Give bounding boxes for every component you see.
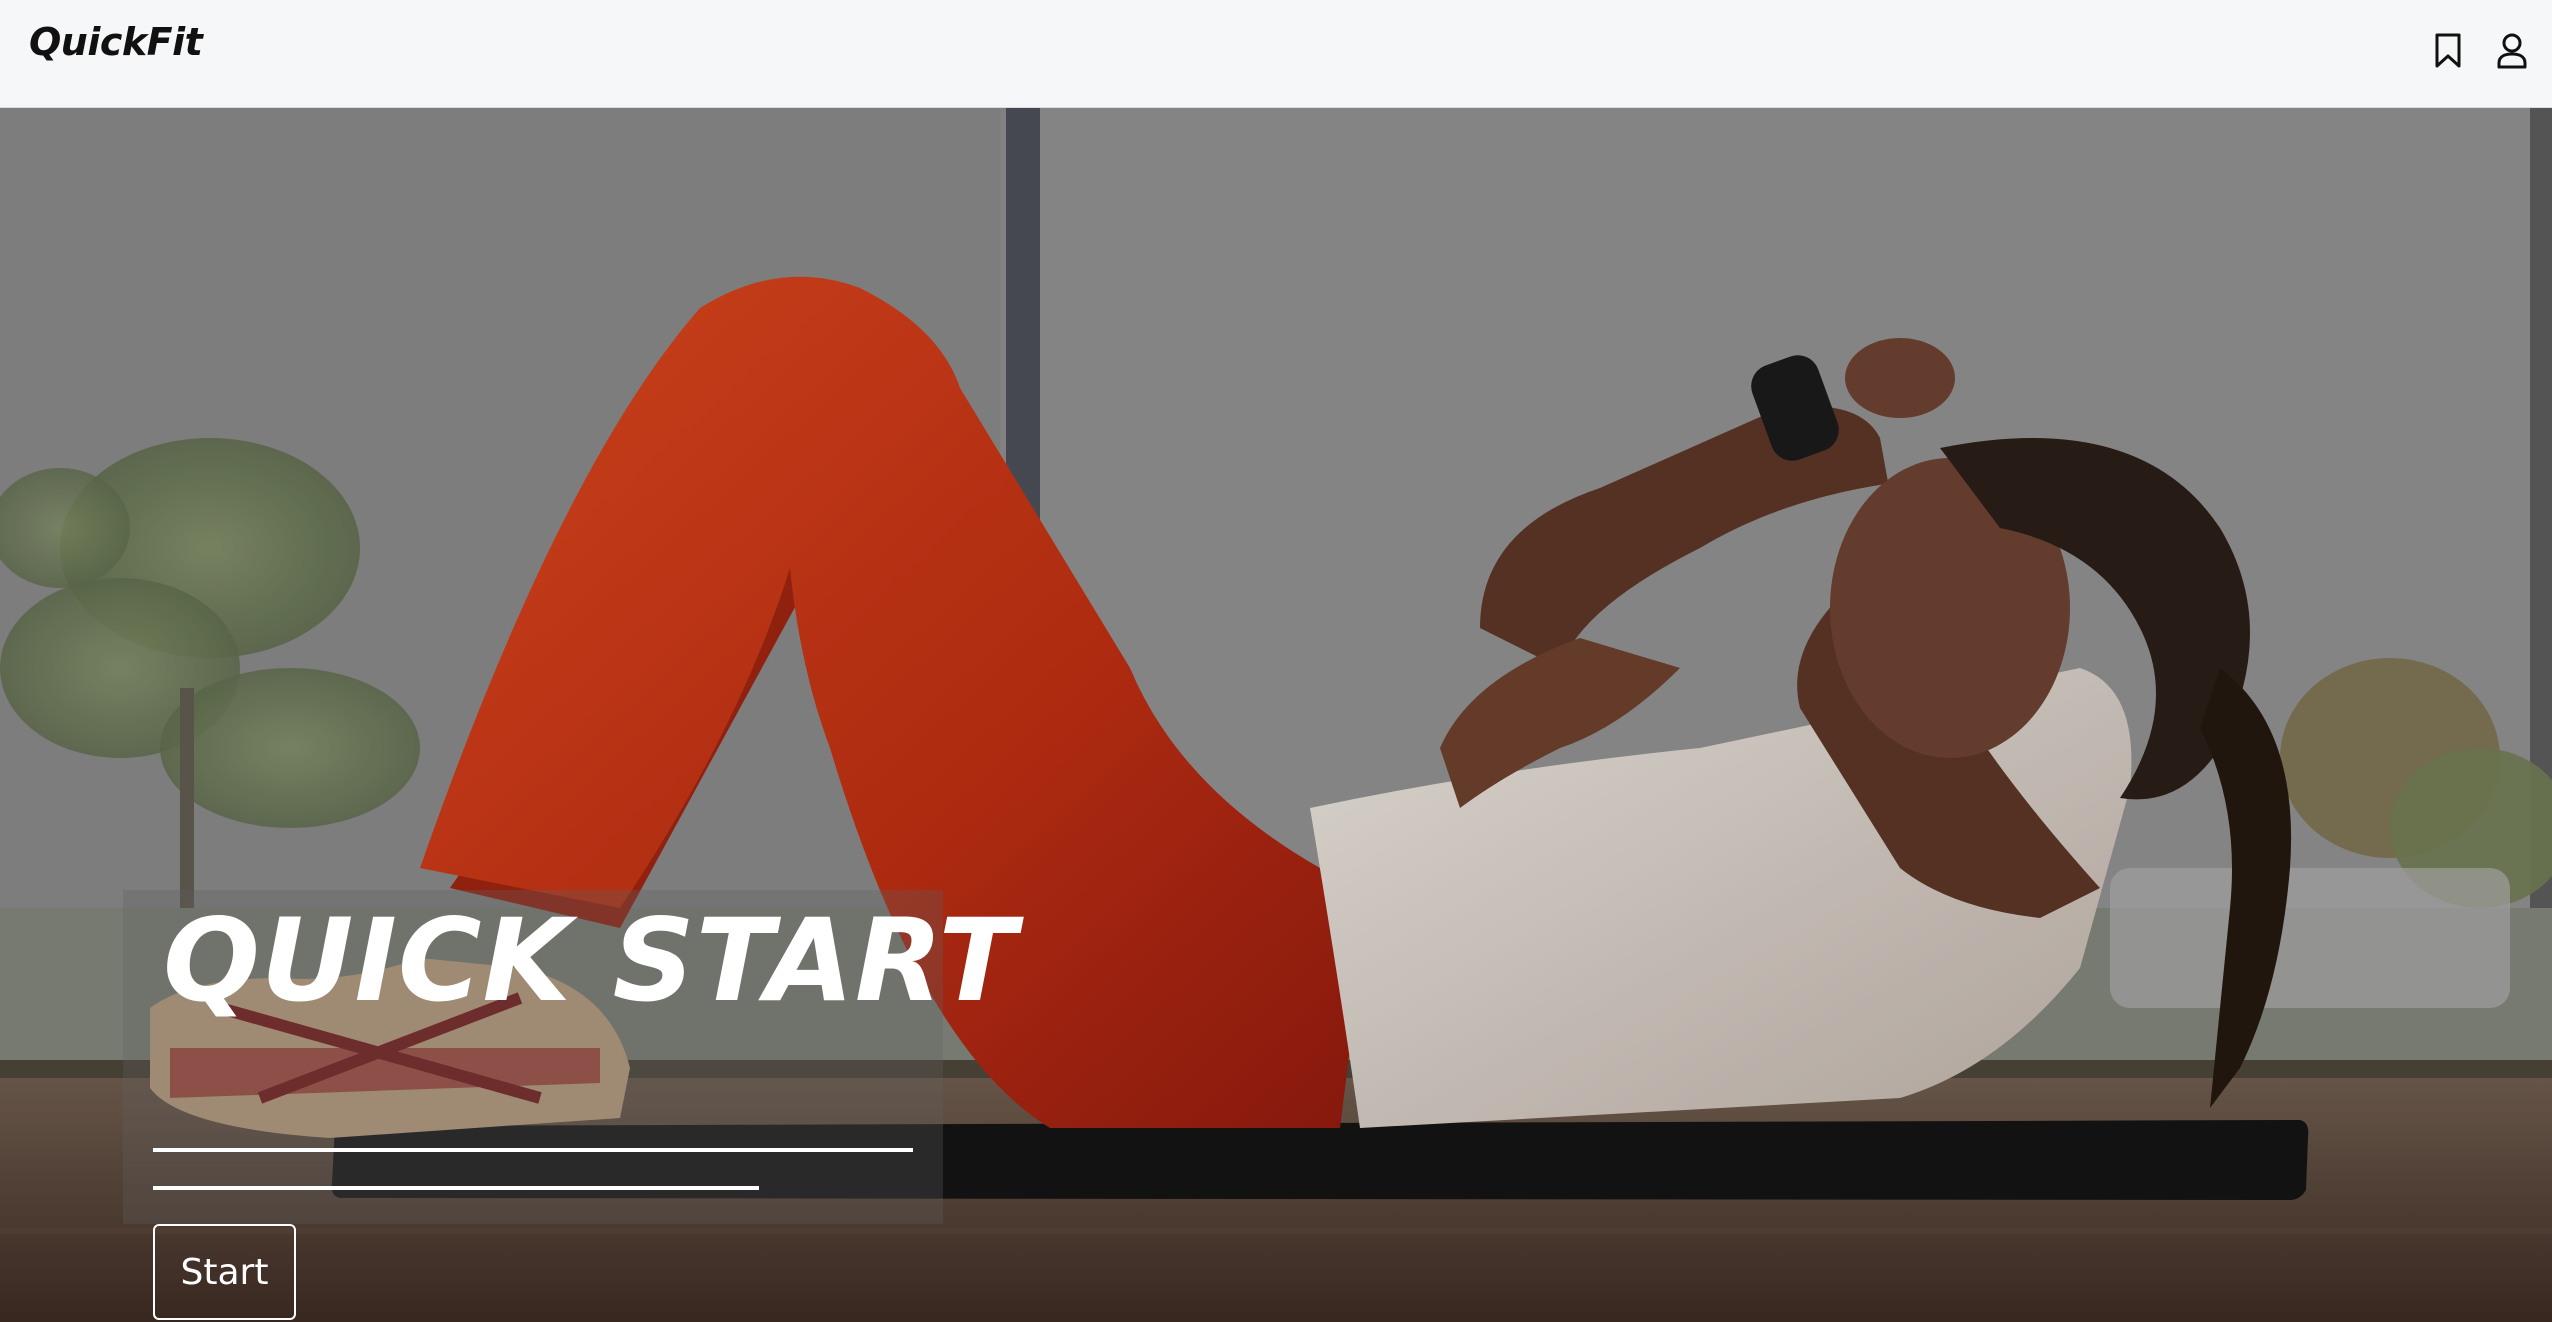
header-actions — [2430, 30, 2530, 72]
top-navbar: QuickFit — [0, 0, 2552, 108]
quick-start-title: QUICK START — [163, 894, 1018, 1027]
user-icon[interactable] — [2494, 30, 2530, 72]
title-underline — [153, 1148, 913, 1152]
hero-section: QUICK START Start — [0, 108, 2552, 1322]
quick-start-panel: QUICK START Start — [123, 890, 1016, 1320]
title-underline-short — [153, 1186, 759, 1190]
brand-logo[interactable]: QuickFit — [29, 20, 203, 64]
start-button[interactable]: Start — [153, 1224, 296, 1320]
bookmark-icon[interactable] — [2430, 30, 2466, 72]
